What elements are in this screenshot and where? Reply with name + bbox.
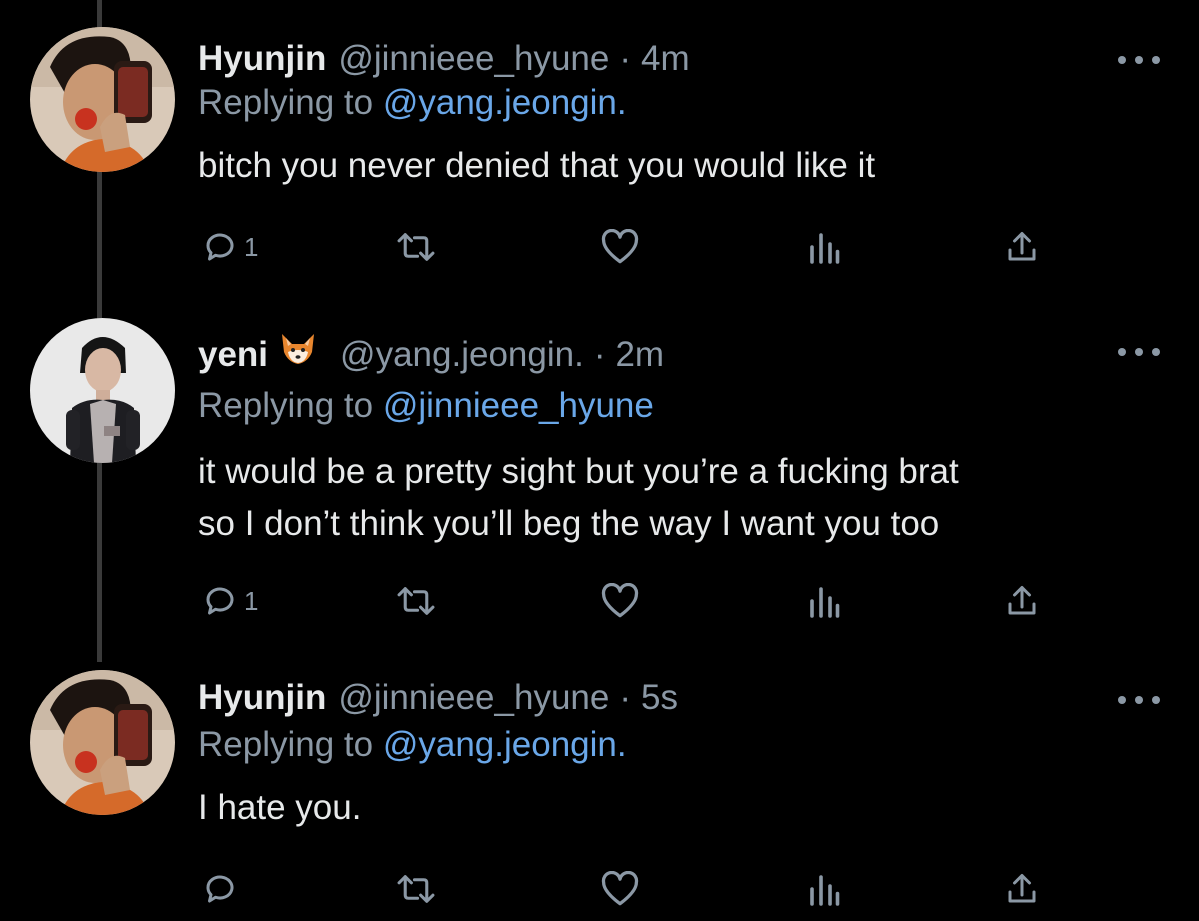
user-handle[interactable]: @jinnieee_hyune [338, 34, 609, 84]
share-icon [1008, 586, 1036, 615]
hyunjin-avatar [30, 670, 175, 815]
replying-to-label: Replying to [198, 386, 374, 425]
replying-to-label: Replying to [198, 725, 374, 764]
retweet-button[interactable] [396, 576, 436, 626]
separator-dot: · [593, 335, 606, 374]
timestamp[interactable]: 2m [615, 330, 664, 380]
more-icon[interactable] [1118, 690, 1160, 710]
display-name[interactable]: Hyunjin [198, 34, 326, 84]
like-icon [601, 229, 639, 264]
like-button[interactable] [600, 222, 640, 272]
avatar[interactable] [30, 27, 175, 172]
fox-emoji-icon [282, 334, 315, 364]
views-icon [810, 587, 840, 618]
share-button[interactable] [1004, 864, 1040, 914]
retweet-icon [397, 875, 435, 903]
timestamp[interactable]: 5s [641, 673, 678, 723]
reply-button[interactable]: 1 [202, 222, 258, 272]
views-icon [810, 875, 840, 906]
views-icon [810, 233, 840, 264]
share-button[interactable] [1004, 222, 1040, 272]
reply-count: 1 [244, 585, 259, 616]
jeongin-avatar [30, 318, 175, 463]
like-icon [601, 583, 639, 618]
replying-to-handle[interactable]: @yang.jeongin. [383, 725, 627, 764]
separator-dot: · [619, 678, 631, 717]
reply-count: 1 [244, 231, 259, 262]
replying-to-label: Replying to [198, 83, 374, 122]
display-name[interactable]: Hyunjin [198, 673, 326, 723]
replying-to-handle[interactable]: @yang.jeongin. [383, 83, 627, 122]
retweet-button[interactable] [396, 864, 436, 914]
tweet-header: yeni @yang.jeongin. · 2m [198, 330, 664, 380]
display-name[interactable]: yeni [198, 330, 268, 380]
replying-to: Replying to @yang.jeongin. [198, 78, 627, 128]
like-button[interactable] [600, 864, 640, 914]
hyunjin-avatar [30, 27, 175, 172]
retweet-button[interactable] [396, 222, 436, 272]
share-icon [1008, 232, 1036, 261]
share-button[interactable] [1004, 576, 1040, 626]
reply-icon [206, 587, 234, 615]
replying-to: Replying to @jinnieee_hyune [198, 381, 654, 431]
reply-button[interactable]: 1 [202, 576, 258, 626]
retweet-icon [397, 233, 435, 261]
reply-button[interactable] [202, 864, 244, 914]
tweet-text: bitch you never denied that you would li… [198, 146, 876, 185]
retweet-icon [397, 587, 435, 615]
views-button[interactable] [806, 222, 842, 272]
tweet-actions: 1 [0, 576, 1199, 626]
avatar[interactable] [30, 670, 175, 815]
views-button[interactable] [806, 864, 842, 914]
reply-icon [206, 233, 234, 261]
timestamp[interactable]: 4m [641, 34, 690, 84]
more-icon[interactable] [1118, 50, 1160, 70]
replying-to: Replying to @yang.jeongin. [198, 720, 627, 770]
separator-dot: · [619, 39, 631, 78]
avatar[interactable] [30, 318, 175, 463]
reply-icon [206, 875, 234, 903]
tweet-actions: 1 [0, 222, 1199, 272]
replying-to-handle[interactable]: @jinnieee_hyune [383, 386, 654, 425]
views-button[interactable] [806, 576, 842, 626]
more-icon[interactable] [1118, 342, 1160, 362]
share-icon [1008, 874, 1036, 903]
like-button[interactable] [600, 576, 640, 626]
tweet-header: Hyunjin @jinnieee_hyune · 4m [198, 34, 690, 84]
user-handle[interactable]: @yang.jeongin. [340, 330, 584, 380]
tweet-actions [0, 864, 1199, 914]
like-icon [601, 871, 639, 906]
tweet-header: Hyunjin @jinnieee_hyune · 5s [198, 673, 678, 723]
tweet-text: I hate you. [198, 788, 362, 827]
tweet-text: it would be a pretty sight but you’re a … [198, 452, 959, 543]
user-handle[interactable]: @jinnieee_hyune [338, 673, 609, 723]
